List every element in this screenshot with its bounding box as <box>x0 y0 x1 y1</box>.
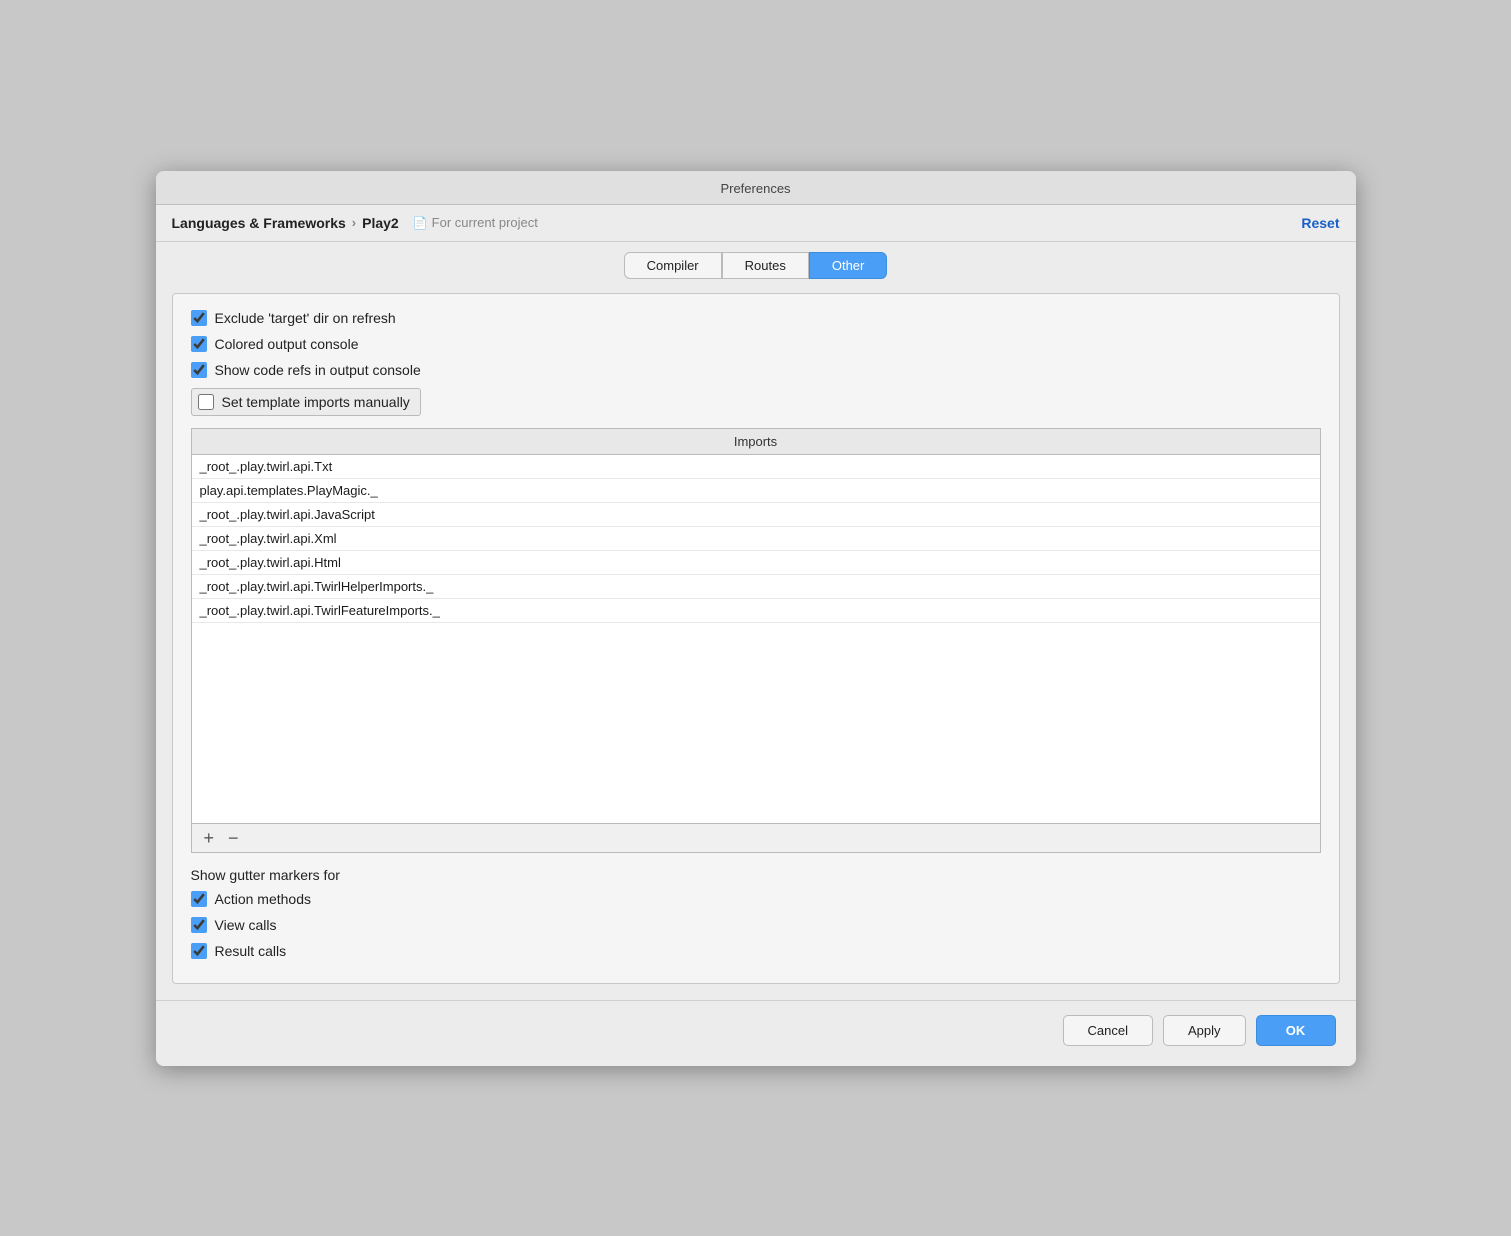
header-row: Languages & Frameworks › Play2 📄 For cur… <box>156 205 1356 242</box>
settings-panel: Exclude 'target' dir on refresh Colored … <box>172 293 1340 984</box>
import-row[interactable]: _root_.play.twirl.api.JavaScript <box>192 503 1320 527</box>
breadcrumb-part1: Languages & Frameworks <box>172 215 346 231</box>
checkbox-view-calls-label: View calls <box>215 917 277 933</box>
checkbox-colored-output-label: Colored output console <box>215 336 359 352</box>
chevron-icon: › <box>352 215 356 230</box>
import-row[interactable]: play.api.templates.PlayMagic._ <box>192 479 1320 503</box>
import-row[interactable]: _root_.play.twirl.api.Txt <box>192 455 1320 479</box>
apply-button[interactable]: Apply <box>1163 1015 1246 1046</box>
checkbox-show-code-refs-label: Show code refs in output console <box>215 362 421 378</box>
breadcrumb: Languages & Frameworks › Play2 <box>172 215 399 231</box>
imports-table: Imports _root_.play.twirl.api.Txt play.a… <box>191 428 1321 824</box>
checkbox-exclude-target: Exclude 'target' dir on refresh <box>191 310 1321 326</box>
checkbox-colored-output: Colored output console <box>191 336 1321 352</box>
add-import-button[interactable]: + <box>202 829 217 847</box>
imports-empty-space <box>192 623 1320 823</box>
checkbox-show-code-refs-input[interactable] <box>191 362 207 378</box>
checkbox-colored-output-input[interactable] <box>191 336 207 352</box>
doc-icon: 📄 <box>413 216 428 230</box>
import-row[interactable]: _root_.play.twirl.api.TwirlHelperImports… <box>192 575 1320 599</box>
checkbox-result-calls-input[interactable] <box>191 943 207 959</box>
tab-compiler[interactable]: Compiler <box>624 252 722 279</box>
reset-button[interactable]: Reset <box>1301 215 1339 231</box>
checkbox-set-template-imports-input[interactable] <box>198 394 214 410</box>
checkbox-set-template-imports: Set template imports manually <box>191 388 421 416</box>
breadcrumb-part2: Play2 <box>362 215 399 231</box>
imports-toolbar: + − <box>191 824 1321 853</box>
tab-routes[interactable]: Routes <box>722 252 809 279</box>
for-current-project: 📄 For current project <box>413 215 538 230</box>
checkbox-result-calls: Result calls <box>191 943 1321 959</box>
tabs-row: Compiler Routes Other <box>156 242 1356 279</box>
checkbox-show-code-refs: Show code refs in output console <box>191 362 1321 378</box>
preferences-window: Preferences Languages & Frameworks › Pla… <box>156 171 1356 1066</box>
import-row[interactable]: _root_.play.twirl.api.TwirlFeatureImport… <box>192 599 1320 623</box>
ok-button[interactable]: OK <box>1256 1015 1336 1046</box>
checkbox-view-calls-input[interactable] <box>191 917 207 933</box>
checkbox-action-methods-input[interactable] <box>191 891 207 907</box>
imports-header: Imports <box>192 429 1320 455</box>
checkbox-exclude-target-input[interactable] <box>191 310 207 326</box>
gutter-title: Show gutter markers for <box>191 867 1321 883</box>
tab-other[interactable]: Other <box>809 252 888 279</box>
remove-import-button[interactable]: − <box>226 829 241 847</box>
import-row[interactable]: _root_.play.twirl.api.Html <box>192 551 1320 575</box>
checkbox-action-methods: Action methods <box>191 891 1321 907</box>
title-bar: Preferences <box>156 171 1356 205</box>
checkbox-action-methods-label: Action methods <box>215 891 312 907</box>
checkbox-view-calls: View calls <box>191 917 1321 933</box>
content-area: Exclude 'target' dir on refresh Colored … <box>156 279 1356 1000</box>
gutter-section: Show gutter markers for Action methods V… <box>191 867 1321 959</box>
checkbox-exclude-target-label: Exclude 'target' dir on refresh <box>215 310 396 326</box>
imports-list: _root_.play.twirl.api.Txt play.api.templ… <box>192 455 1320 823</box>
import-row[interactable]: _root_.play.twirl.api.Xml <box>192 527 1320 551</box>
window-title: Preferences <box>720 181 790 196</box>
cancel-button[interactable]: Cancel <box>1063 1015 1153 1046</box>
checkbox-set-template-imports-label: Set template imports manually <box>222 394 410 410</box>
for-current-project-label: For current project <box>432 215 538 230</box>
footer: Cancel Apply OK <box>156 1000 1356 1066</box>
checkbox-result-calls-label: Result calls <box>215 943 287 959</box>
